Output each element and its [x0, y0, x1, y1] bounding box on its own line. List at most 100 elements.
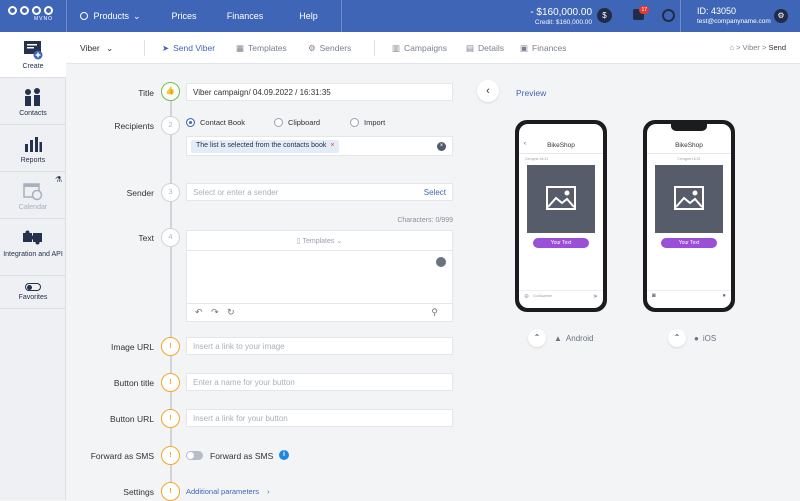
tab-label: Templates — [248, 43, 287, 53]
logo-mark — [8, 6, 60, 15]
radio-dot — [350, 118, 359, 127]
phone-screen: BikeShop Сегодня 16:31 Your Text ◙ ● — [647, 124, 731, 308]
sidebar-item-integration[interactable]: Integration and API — [0, 220, 66, 276]
chevron-right-icon: › — [267, 487, 270, 496]
title-input[interactable]: Viber campaign/ 04.09.2022 / 16:31:35 — [186, 83, 453, 101]
settings-icon: ⚙ — [308, 43, 316, 53]
logo-subtitle: MVNO — [34, 16, 53, 22]
sidebar-item-contacts[interactable]: Contacts — [0, 79, 66, 125]
gear-icon[interactable]: ⚙ — [774, 9, 788, 23]
chat-date: Сегодня 16:31 — [525, 157, 549, 161]
warning-icon: ! — [161, 337, 180, 356]
divider — [144, 40, 145, 56]
refresh-icon[interactable]: ↻ — [227, 307, 235, 317]
message-textarea[interactable] — [187, 251, 452, 303]
recipients-list[interactable]: The list is selected from the contacts b… — [186, 136, 453, 156]
button-title-label: Button title — [113, 378, 154, 388]
apple-icon: ● — [694, 333, 699, 343]
undo-icon[interactable]: ↶ — [195, 307, 203, 317]
step-4: 4 — [161, 228, 180, 247]
credit-value: Credit: $160,000.00 — [534, 19, 592, 26]
radio-import[interactable]: Import — [350, 118, 385, 127]
chevron-down-icon: ⌄ — [132, 10, 141, 21]
button-title-input[interactable]: Enter a name for your button — [186, 373, 453, 391]
divider — [519, 153, 603, 154]
templates-label: Templates — [302, 238, 335, 245]
image-placeholder-icon — [527, 165, 595, 233]
ios-label: iOS — [702, 333, 717, 343]
radio-contact-book[interactable]: Contact Book — [186, 118, 245, 127]
forward-sms-toggle[interactable] — [186, 451, 203, 460]
sidebar-item-reports[interactable]: Reports — [0, 126, 66, 172]
nav-finances[interactable]: Finances — [214, 0, 276, 32]
divider — [374, 40, 375, 56]
radio-label: Clipboard — [288, 118, 321, 127]
chevron-down-icon: ⌄ — [334, 238, 343, 245]
tab-senders[interactable]: ⚙ Senders — [308, 43, 351, 54]
coin-icon[interactable]: $ — [597, 8, 612, 23]
templates-dropdown[interactable]: ▯ Templates ⌄ — [187, 231, 452, 251]
logo[interactable]: MVNO — [8, 6, 60, 28]
tab-finances[interactable]: ▣ Finances — [520, 43, 567, 54]
chevron-up-icon[interactable]: ⌃ — [668, 329, 686, 347]
message-text-editor: ▯ Templates ⌄ ↶ ↷ ↻ ⚲ — [186, 230, 453, 322]
breadcrumb: ⌂ > Viber > Send — [729, 43, 786, 52]
forward-sms-label: Forward as SMS — [90, 451, 154, 461]
additional-parameters-link[interactable]: Additional parameters › — [186, 487, 270, 496]
sidebar-item-favorites[interactable]: Favorites — [0, 277, 66, 309]
support-headset-icon[interactable] — [662, 9, 675, 22]
remove-chip-icon[interactable]: × — [330, 142, 334, 149]
step-3: 3 — [161, 183, 180, 202]
bar-chart-icon: ▥ — [392, 43, 401, 53]
step-rail — [170, 101, 172, 501]
tab-send-viber[interactable]: ➤ Send Viber — [162, 43, 215, 54]
image-url-input[interactable]: Insert a link to your image — [186, 337, 453, 355]
attach-icon[interactable]: ⚲ — [431, 307, 438, 318]
collapse-preview-button[interactable]: ‹ — [477, 80, 499, 102]
tab-templates[interactable]: ▦ Templates — [236, 43, 287, 54]
sidebar-item-label: Reports — [20, 157, 46, 164]
tab-details[interactable]: ▤ Details — [466, 43, 504, 54]
recipient-chip: The list is selected from the contacts b… — [191, 140, 340, 153]
warning-icon: ! — [161, 482, 180, 501]
android-toggle: ⌃ ▲ Android — [528, 329, 594, 347]
info-icon[interactable]: i — [279, 450, 289, 460]
thumbs-up-icon: 👍 — [161, 82, 180, 101]
sidebar-item-create[interactable]: Create — [0, 32, 66, 78]
tab-campaigns[interactable]: ▥ Campaigns — [392, 43, 447, 54]
sidebar-item-label: Contacts — [19, 110, 47, 117]
chat-input-bar: ◙ ● — [647, 290, 731, 302]
balance-display: - $160,000.00 Credit: $160,000.00 — [530, 7, 592, 26]
text-label: Text — [138, 233, 154, 243]
chevron-up-icon[interactable]: ⌃ — [528, 329, 546, 347]
ios-toggle: ⌃ ● iOS — [668, 329, 716, 347]
account-menu[interactable]: ID: 43050 test@companyname.com ⚙ — [680, 0, 800, 32]
sidebar-item-label: Create — [22, 63, 44, 70]
home-icon[interactable]: ⌂ — [729, 43, 734, 52]
nav-prices[interactable]: Prices — [154, 0, 214, 32]
redo-icon[interactable]: ↷ — [211, 307, 219, 317]
emoji-icon[interactable] — [436, 257, 446, 267]
sidebar-item-label: Calendar — [18, 204, 48, 211]
nav-help[interactable]: Help — [276, 0, 342, 32]
sidebar-item-label: Favorites — [18, 294, 48, 301]
toggle-icon — [25, 283, 41, 291]
channel-select[interactable]: Viber ⌄ — [80, 43, 113, 54]
radio-clipboard[interactable]: Clipboard — [274, 118, 320, 127]
sidebar-item-label: Integration and API — [3, 251, 63, 258]
sidebar-item-calendar[interactable]: ⚗ Calendar — [0, 173, 66, 219]
sender-select-button[interactable]: Select — [424, 188, 446, 197]
chip-label: The list is selected from the contacts b… — [196, 142, 327, 149]
nav-products[interactable]: Products ⌄ — [66, 0, 154, 32]
chat-title: BikeShop — [675, 142, 703, 149]
notification-count-badge: 17 — [639, 6, 649, 14]
editor-toolbar: ↶ ↷ ↻ ⚲ — [187, 303, 452, 321]
breadcrumb-item[interactable]: Viber — [743, 43, 760, 52]
clear-icon[interactable]: × — [437, 142, 446, 151]
chat-date: Сегодня 16:31 — [677, 157, 701, 161]
phone-screen: ‹ BikeShop Сегодня 16:31 Your Text ⊕ Соо… — [519, 124, 603, 308]
globe-icon — [80, 12, 89, 20]
button-url-input[interactable]: Insert a link for your button — [186, 409, 453, 427]
sender-input[interactable]: Select or enter a sender Select — [186, 183, 453, 201]
radio-dot — [274, 118, 283, 127]
